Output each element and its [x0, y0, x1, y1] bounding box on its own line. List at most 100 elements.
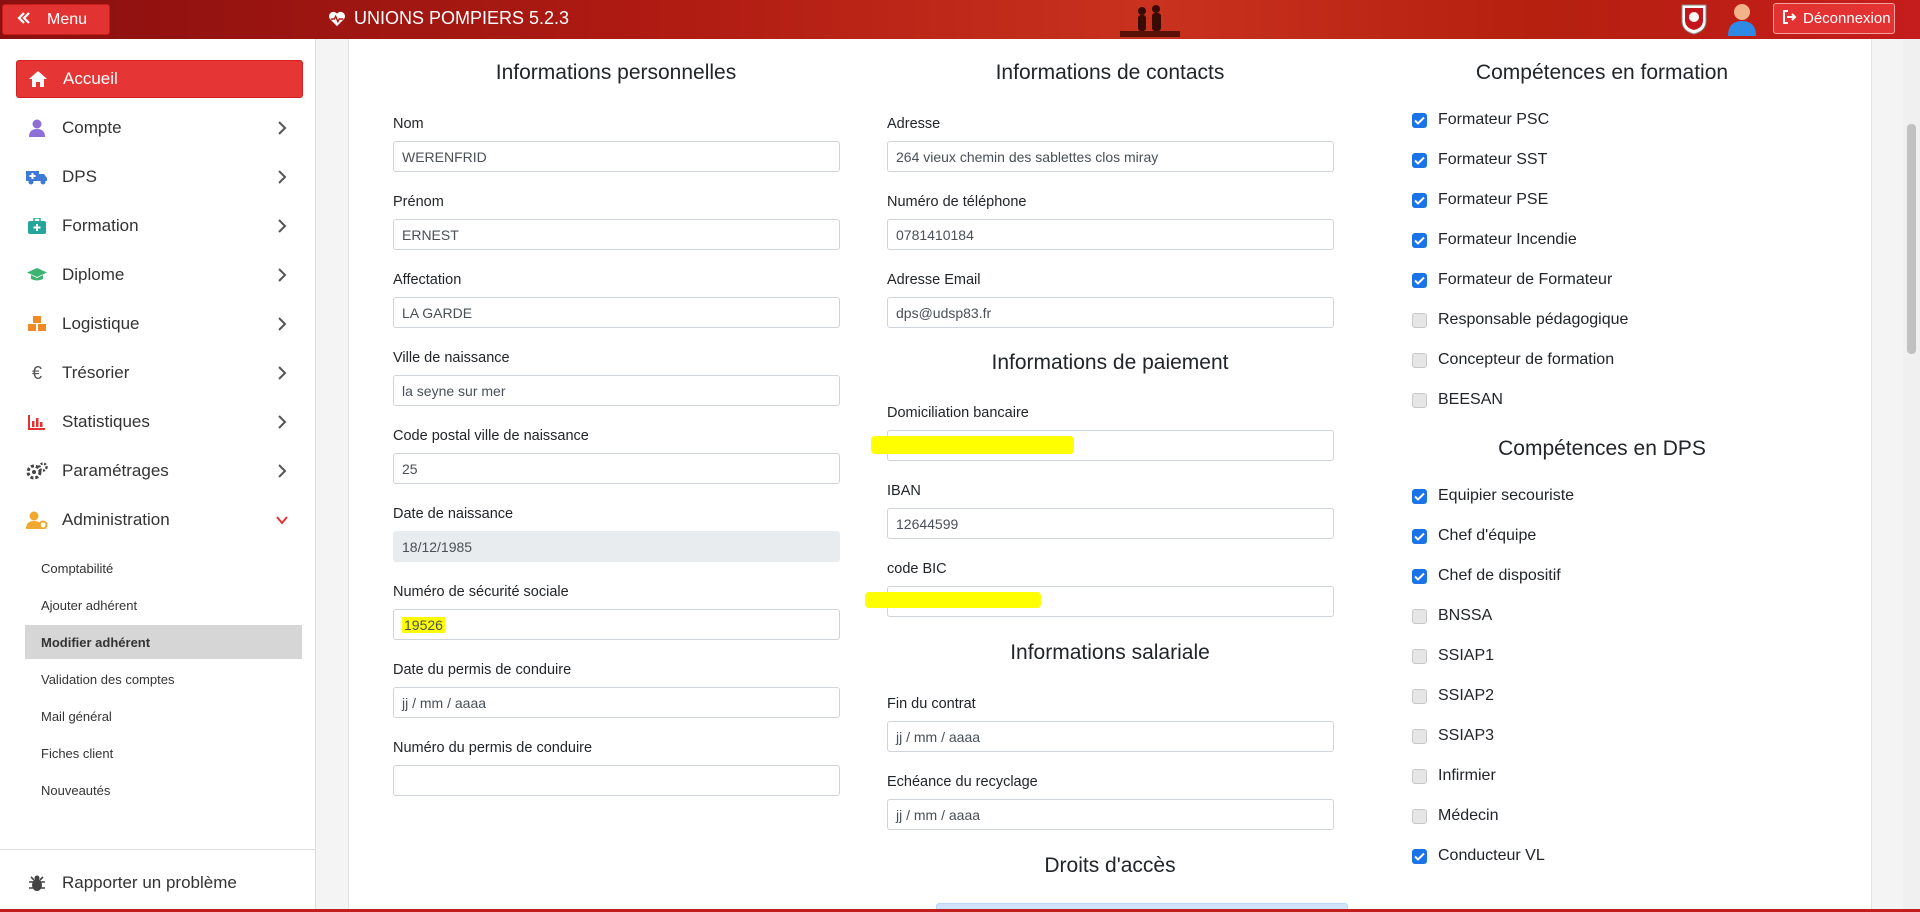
email-label: Adresse Email [887, 272, 981, 288]
skill-checkbox-row[interactable]: Chef de dispositif [1412, 567, 1561, 585]
iban-input[interactable]: 12644599 [887, 508, 1334, 539]
sidebar-subitem-fiches-client[interactable]: Fiches client [25, 736, 302, 770]
nom-value: WERENFRID [402, 148, 487, 165]
nom-input[interactable]: WERENFRID [393, 141, 840, 172]
sidebar-item-label: Diplome [62, 265, 125, 284]
skill-checkbox-row[interactable]: Conducteur VL [1412, 847, 1545, 865]
sidebar-item-logistique[interactable]: Logistique [16, 305, 303, 343]
skill-checkbox-row[interactable]: BEESAN [1412, 391, 1503, 409]
checkbox-checked[interactable] [1412, 528, 1427, 544]
nss-input[interactable]: 19526 [393, 609, 840, 640]
skill-checkbox-row[interactable]: BNSSA [1412, 607, 1492, 625]
skill-checkbox-row[interactable]: SSIAP3 [1412, 727, 1494, 745]
highlighter-mark [865, 592, 1041, 608]
sidebar-subitem-label: Fiches client [41, 745, 114, 761]
skill-checkbox-row[interactable]: Responsable pédagogique [1412, 311, 1628, 329]
checkbox-checked[interactable] [1412, 112, 1427, 128]
email-input[interactable]: dps@udsp83.fr [887, 297, 1334, 328]
skill-checkbox-row[interactable]: Formateur PSE [1412, 191, 1548, 209]
sidebar-item-compte[interactable]: Compte [16, 109, 303, 147]
sidebar-subitem-validation-comptes[interactable]: Validation des comptes [25, 662, 302, 696]
skill-checkbox-row[interactable]: Formateur SST [1412, 151, 1547, 169]
sidebar-item-parametrages[interactable]: Paramétrages [16, 452, 303, 490]
sidebar-item-label: Logistique [62, 314, 140, 333]
chart-icon [26, 411, 48, 433]
scrollbar-thumb[interactable] [1907, 124, 1916, 354]
page-scrollbar[interactable] [1903, 39, 1920, 912]
recyclage-input[interactable]: jj / mm / aaaa [887, 799, 1334, 830]
checkbox-unchecked[interactable] [1412, 608, 1427, 624]
skill-checkbox-row[interactable]: Médecin [1412, 807, 1498, 825]
date-naissance-input: 18/12/1985 [393, 531, 840, 562]
date-naissance-label: Date de naissance [393, 506, 514, 522]
sidebar-item-diplome[interactable]: Diplome [16, 256, 303, 294]
prenom-input[interactable]: ERNEST [393, 219, 840, 250]
skill-label: Formateur PSC [1438, 111, 1550, 128]
checkbox-unchecked[interactable] [1412, 688, 1427, 704]
app-title: UNIONS POMPIERS 5.2.3 [354, 8, 570, 28]
checkbox-unchecked[interactable] [1412, 648, 1427, 664]
telephone-value: 0781410184 [896, 226, 974, 243]
sidebar-item-statistiques[interactable]: Statistiques [16, 403, 303, 441]
permis-num-input[interactable] [393, 765, 840, 796]
home-icon [27, 68, 49, 90]
skill-label: Infirmier [1438, 767, 1496, 784]
checkbox-checked[interactable] [1412, 488, 1427, 504]
logout-button[interactable]: Déconnexion [1773, 3, 1895, 34]
sign-out-icon [1783, 9, 1797, 28]
user-avatar-icon[interactable] [1726, 2, 1758, 36]
checkbox-unchecked[interactable] [1412, 392, 1427, 408]
nss-label: Numéro de sécurité sociale [393, 584, 569, 600]
checkbox-checked[interactable] [1412, 152, 1427, 168]
skill-checkbox-row[interactable]: SSIAP2 [1412, 687, 1494, 705]
sidebar-subitem-mail-general[interactable]: Mail général [25, 699, 302, 733]
skill-checkbox-row[interactable]: Formateur PSC [1412, 111, 1549, 129]
skill-label: SSIAP3 [1438, 727, 1495, 744]
sidebar-item-label: Formation [62, 216, 139, 235]
checkbox-checked[interactable] [1412, 272, 1427, 288]
skill-checkbox-row[interactable]: Infirmier [1412, 767, 1496, 785]
cogs-icon [26, 460, 48, 482]
sidebar-item-administration[interactable]: Administration [16, 501, 303, 539]
menu-toggle-button[interactable]: Menu [2, 4, 110, 35]
sidebar-item-accueil[interactable]: Accueil [16, 60, 303, 98]
skill-checkbox-row[interactable]: Equipier secouriste [1412, 487, 1574, 505]
permis-date-input[interactable]: jj / mm / aaaa [393, 687, 840, 718]
skill-checkbox-row[interactable]: Formateur de Formateur [1412, 271, 1612, 289]
skill-checkbox-row[interactable]: Concepteur de formation [1412, 351, 1614, 369]
checkbox-unchecked[interactable] [1412, 768, 1427, 784]
sidebar-item-dps[interactable]: DPS [16, 158, 303, 196]
checkbox-checked[interactable] [1412, 232, 1427, 248]
skill-checkbox-row[interactable]: SSIAP1 [1412, 647, 1494, 665]
sidebar-subitem-modifier-adherent[interactable]: Modifier adhérent [25, 625, 302, 659]
sidebar-subitem-comptabilite[interactable]: Comptabilité [25, 551, 302, 585]
checkbox-unchecked[interactable] [1412, 352, 1427, 368]
cp-naissance-input[interactable]: 25 [393, 453, 840, 484]
skill-checkbox-row[interactable]: Formateur Incendie [1412, 231, 1577, 249]
ville-naissance-input[interactable]: la seyne sur mer [393, 375, 840, 406]
fin-contrat-input[interactable]: jj / mm / aaaa [887, 721, 1334, 752]
sidebar-subitem-label: Ajouter adhérent [41, 597, 138, 613]
checkbox-unchecked[interactable] [1412, 312, 1427, 328]
sidebar-subitem-label: Comptabilité [41, 560, 114, 576]
crest-icon[interactable] [1680, 3, 1708, 35]
report-problem-link[interactable]: Rapporter un problème [16, 864, 303, 902]
sidebar-subitem-ajouter-adherent[interactable]: Ajouter adhérent [25, 588, 302, 622]
checkbox-checked[interactable] [1412, 568, 1427, 584]
sidebar-item-tresorier[interactable]: € Trésorier [16, 354, 303, 392]
sidebar-item-formation[interactable]: Formation [16, 207, 303, 245]
sidebar-subitem-nouveautes[interactable]: Nouveautés [25, 773, 302, 807]
skill-label: Responsable pédagogique [1438, 311, 1629, 328]
fin-contrat-placeholder: jj / mm / aaaa [896, 728, 981, 745]
checkbox-checked[interactable] [1412, 848, 1427, 864]
chevron-right-icon [278, 170, 287, 184]
affectation-input[interactable]: LA GARDE [393, 297, 840, 328]
skill-label: BEESAN [1438, 391, 1503, 408]
telephone-input[interactable]: 0781410184 [887, 219, 1334, 250]
checkbox-unchecked[interactable] [1412, 808, 1427, 824]
checkbox-unchecked[interactable] [1412, 728, 1427, 744]
fin-contrat-label: Fin du contrat [887, 696, 976, 712]
adresse-input[interactable]: 264 vieux chemin des sablettes clos mira… [887, 141, 1334, 172]
checkbox-checked[interactable] [1412, 192, 1427, 208]
skill-checkbox-row[interactable]: Chef d'équipe [1412, 527, 1536, 545]
